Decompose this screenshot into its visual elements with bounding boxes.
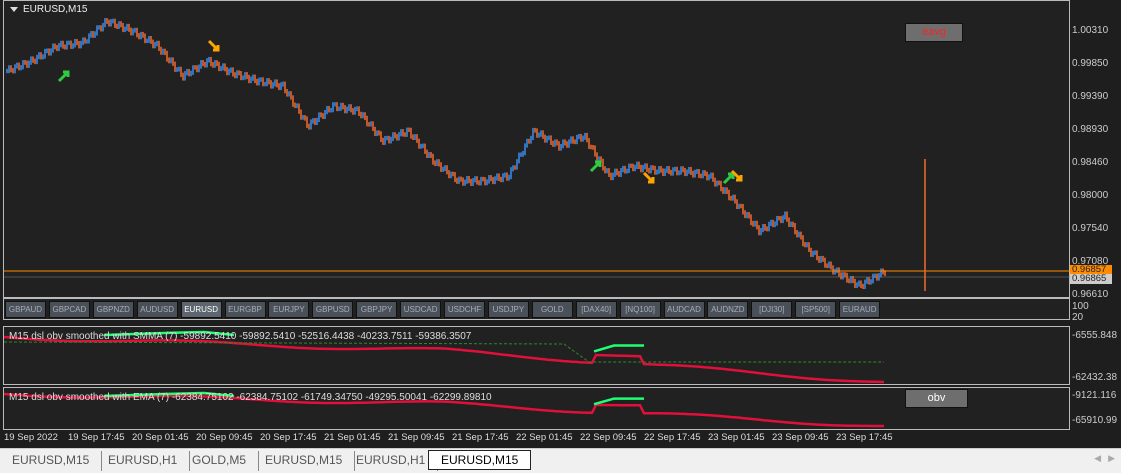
chart-tab[interactable]: GOLD,M5 [180, 451, 260, 471]
signal-line [4, 341, 884, 363]
symbol-button-euraud[interactable]: EURAUD [839, 301, 881, 318]
chart-tab[interactable]: EURUSD,M15 [428, 450, 532, 470]
sub2-axis-top: -9121.116 [1072, 390, 1117, 401]
symbol-button-audnzd[interactable]: AUDNZD [707, 301, 749, 318]
chart-tab[interactable]: EURUSD,H1 [344, 451, 439, 471]
time-axis-label: 19 Sep 17:45 [68, 432, 125, 443]
obv-smma-subwindow[interactable]: M15 dsl obv smoothed with SMMA (7) -5989… [3, 326, 1070, 385]
time-axis-label: 22 Sep 01:45 [516, 432, 573, 443]
sell-arrow-icon [642, 171, 655, 184]
time-axis-label: 22 Sep 09:45 [580, 432, 637, 443]
symbol-button-gbpcad[interactable]: GBPCAD [48, 301, 90, 318]
chart-title: EURUSD,M15 [10, 4, 87, 15]
symbol-button-bar: GBPAUD GBPCAD GBPNZD AUDUSD EURUSD EURGBP EURJ… [3, 298, 1070, 320]
symbol-button-gbpusd[interactable]: GBPUSD [312, 301, 354, 318]
symbol-button-usdjpy[interactable]: USDJPY [487, 301, 529, 318]
time-axis-label: 20 Sep 01:45 [132, 432, 189, 443]
symbol-button-eurusd[interactable]: EURUSD [180, 301, 222, 318]
chart-tab[interactable]: EURUSD,M15 [0, 451, 103, 471]
time-axis-label: 19 Sep 2022 [4, 432, 58, 443]
time-axis-label: 21 Sep 01:45 [324, 432, 381, 443]
symbol-button-nq100[interactable]: [NQ100] [619, 301, 661, 318]
indicator-label: M15 dsl obv smoothed with SMMA (7) -5989… [9, 331, 472, 342]
symbol-button-dji30[interactable]: [DJI30] [751, 301, 793, 318]
obv-up-segment [593, 397, 644, 406]
time-axis-label: 22 Sep 17:45 [644, 432, 701, 443]
sub1-axis-bottom: -62432.38 [1072, 372, 1118, 383]
obv-up-segment [593, 344, 644, 353]
chart-tab[interactable]: EURUSD,H1 [96, 451, 191, 471]
time-axis-label: 23 Sep 01:45 [708, 432, 765, 443]
time-axis-label: 20 Sep 17:45 [260, 432, 317, 443]
symbol-button-audusd[interactable]: AUDUSD [136, 301, 178, 318]
symbol-button-gbpaud[interactable]: GBPAUD [5, 301, 46, 318]
symbol-button-sp500[interactable]: [SP500] [795, 301, 837, 318]
price-axis-label: 1.00310 [1072, 25, 1109, 36]
last-price-tag: 0.96865 [1070, 274, 1112, 284]
scroll-right-icon[interactable]: ▶ [1108, 453, 1115, 464]
obv-button[interactable]: obv [905, 389, 968, 408]
sell-arrow-icon [207, 39, 220, 52]
eavg-button[interactable]: eavg [905, 23, 963, 42]
price-axis-label: 0.98460 [1072, 157, 1109, 168]
indicator-label: M15 dsl obv smoothed with EMA (7) -62384… [9, 392, 492, 403]
time-axis-label: 23 Sep 17:45 [836, 432, 893, 443]
buy-arrow-icon [589, 160, 602, 173]
price-axis-label: 0.98930 [1072, 124, 1109, 135]
chart-symbol-label: EURUSD,M15 [23, 4, 88, 15]
symbol-button-audcad[interactable]: AUDCAD [663, 301, 705, 318]
chart-tab-bar: ◀ ▶ EURUSD,M15 EURUSD,H1 GOLD,M5 EURUSD,M15… [0, 448, 1121, 473]
sub1-axis-top: -6555.848 [1072, 330, 1118, 341]
symbol-button-gold[interactable]: GOLD [531, 301, 573, 318]
symbol-button-eurjpy[interactable]: EURJPY [268, 301, 310, 318]
price-axis-label: 0.98000 [1072, 190, 1109, 201]
price-candles [4, 18, 1071, 291]
price-axis-label: 0.99390 [1072, 91, 1109, 102]
symbol-button-usdcad[interactable]: USDCAD [400, 301, 442, 318]
dropdown-triangle-icon[interactable] [10, 6, 18, 12]
time-axis-label: 23 Sep 09:45 [772, 432, 829, 443]
buy-arrow-icon [57, 70, 70, 83]
symbol-button-eurgbp[interactable]: EURGBP [224, 301, 266, 318]
scroll-left-icon[interactable]: ◀ [1094, 453, 1101, 464]
symbol-button-dax40[interactable]: [DAX40] [575, 301, 617, 318]
price-axis-label: 0.97540 [1072, 223, 1109, 234]
sub2-axis-bottom: -65910.99 [1072, 415, 1118, 426]
time-axis-label: 20 Sep 09:45 [196, 432, 253, 443]
time-axis-label: 21 Sep 09:45 [388, 432, 445, 443]
symbol-button-usdchf[interactable]: USDCHF [444, 301, 485, 318]
obv-ema-subwindow[interactable]: M15 dsl obv smoothed with EMA (7) -62384… [3, 387, 1070, 430]
time-axis-label: 21 Sep 17:45 [452, 432, 509, 443]
chart-tab[interactable]: EURUSD,M15 [253, 451, 356, 471]
btnbar-axis-20: 20 [1072, 312, 1084, 323]
price-axis-label: 0.99850 [1072, 58, 1109, 69]
symbol-button-gbpjpy[interactable]: GBPJPY [356, 301, 398, 318]
price-axis-label: 0.96610 [1072, 289, 1109, 300]
symbol-button-gbpnzd[interactable]: GBPNZD [92, 301, 134, 318]
main-chart[interactable]: EURUSD,M15 eavg [3, 0, 1071, 298]
btnbar-axis-100: 100 [1072, 301, 1089, 312]
buy-arrow-icon [722, 172, 735, 185]
